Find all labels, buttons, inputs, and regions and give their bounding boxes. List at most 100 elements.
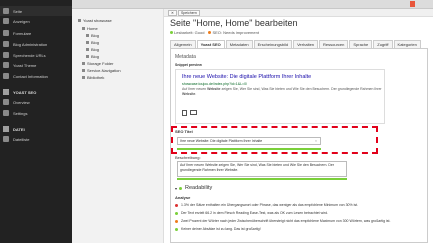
tab-verhalten[interactable]: Verhalten bbox=[293, 40, 319, 48]
readability-status: Lesbarkeit: Good bbox=[170, 30, 204, 35]
sidebar-section-yoast[interactable]: YOAST SEO bbox=[0, 87, 72, 97]
snippet-label: Snippet preview bbox=[175, 63, 202, 67]
tab-yoast-seo[interactable]: Yoast SEO bbox=[196, 40, 225, 48]
sidebar-item-contact-info[interactable]: Contact Information bbox=[0, 71, 72, 81]
file-icon bbox=[3, 126, 9, 132]
caret-down-icon: ▾ bbox=[175, 185, 178, 191]
save-button[interactable]: Speichern bbox=[178, 10, 200, 16]
tree-node[interactable]: Blog bbox=[86, 32, 99, 38]
page-title: Seite "Home, Home" bearbeiten bbox=[170, 18, 298, 28]
sidebar-item-label: Settings bbox=[13, 110, 28, 116]
url-icon bbox=[3, 52, 9, 58]
page-icon bbox=[86, 33, 89, 37]
sidebar-item-label: Formulare bbox=[13, 30, 32, 36]
readability-header[interactable]: ▾ Readability bbox=[175, 185, 212, 191]
tree-node[interactable]: Blog bbox=[86, 53, 99, 59]
doc-toolbar: ✕ Speichern bbox=[164, 9, 433, 17]
snippet-title: Ihre neue Website: Die digitale Plattfor… bbox=[182, 74, 312, 80]
seo-status: SEO: Needs improvement bbox=[208, 30, 259, 35]
tab-zugriff[interactable]: Zugriff bbox=[373, 40, 393, 48]
page-icon bbox=[86, 40, 89, 44]
seo-title-input[interactable]: Ihre neue Website: Die digitale Plattfor… bbox=[177, 137, 321, 145]
tab-ressourcen[interactable]: Ressourcen bbox=[319, 40, 349, 48]
tree-root[interactable]: Yoast showcase bbox=[78, 17, 112, 23]
seo-title-label: SEO Titel bbox=[175, 129, 193, 134]
sidebar-item-label: Blog Administration bbox=[13, 41, 48, 47]
sidebar-item-label: Yoast Theme bbox=[13, 62, 37, 68]
overview-icon bbox=[3, 99, 9, 105]
sidebar-item-settings[interactable]: Settings bbox=[0, 108, 72, 118]
module-sidebar: Seite Anzeigen Formulare Blog Administra… bbox=[0, 0, 72, 243]
clear-icon[interactable]: × bbox=[315, 138, 317, 144]
analysis-results: 1.3% der Sätze enthalten ein Übergangswo… bbox=[175, 201, 425, 233]
filelist-icon bbox=[3, 136, 9, 142]
snippet-url: showcase.toujou.de/index.php?id=1&L=0/ bbox=[182, 82, 247, 86]
tree-node[interactable]: Blog bbox=[86, 39, 99, 45]
close-doc-button[interactable]: ✕ bbox=[168, 10, 177, 16]
list-item: 1.3% der Sätze enthalten ein Übergangswo… bbox=[175, 201, 425, 209]
sidebar-item-dateiliste[interactable]: Dateiliste bbox=[0, 134, 72, 144]
list-item: Der Text erzielt 66.2 in dem Flesch Read… bbox=[175, 209, 425, 217]
tab-metadaten[interactable]: Metadaten bbox=[225, 40, 253, 48]
description-progress bbox=[177, 178, 347, 180]
list-item: Keiner deiner Absätze ist zu lang. Das i… bbox=[175, 225, 425, 233]
tab-kategorien[interactable]: Kategorien bbox=[393, 40, 421, 48]
close-icon[interactable] bbox=[410, 1, 415, 7]
sidebar-item-label: Seite bbox=[13, 8, 23, 14]
gear-icon bbox=[3, 110, 9, 116]
sidebar-section-datei[interactable]: DATEI bbox=[0, 124, 72, 134]
sidebar-item-yoast-theme[interactable]: Yoast Theme bbox=[0, 60, 72, 70]
page-tree: Yoast showcase Home Blog Blog Blog Blog … bbox=[72, 9, 164, 243]
description-label: Beschreibung: bbox=[175, 155, 201, 160]
theme-icon bbox=[3, 62, 9, 68]
sidebar-item-overview[interactable]: Overview bbox=[0, 97, 72, 107]
tree-node[interactable]: Blog bbox=[86, 46, 99, 52]
sidebar-item-label: Sprechende URLs bbox=[13, 52, 46, 58]
desktop-icon[interactable] bbox=[190, 110, 197, 115]
folder-icon bbox=[82, 61, 85, 65]
yoast-icon bbox=[3, 89, 9, 95]
tab-sprache[interactable]: Sprache bbox=[349, 40, 373, 48]
description-textarea[interactable]: Auf Ihrer neuen Website zeigen Sie, Wer … bbox=[177, 161, 347, 177]
contact-icon bbox=[3, 73, 9, 79]
tree-node-service-nav[interactable]: Service-Navigation bbox=[82, 67, 121, 73]
good-dot-icon bbox=[170, 31, 173, 34]
tab-erscheinungsbild[interactable]: Erscheinungsbild bbox=[253, 40, 293, 48]
sidebar-item-label: Overview bbox=[13, 99, 30, 105]
analysis-label: Analyse bbox=[175, 195, 191, 200]
snippet-preview[interactable]: Ihre neue Website: Die digitale Plattfor… bbox=[175, 69, 385, 124]
sidebar-item-sprechende-urls[interactable]: Sprechende URLs bbox=[0, 50, 72, 60]
list-item: Zwei Prozent der Wörter nach jeder Zwisc… bbox=[175, 217, 425, 225]
sidebar-item-label: Dateiliste bbox=[13, 136, 30, 142]
panel-heading: Metadata bbox=[175, 54, 196, 60]
page-icon bbox=[86, 54, 89, 58]
sidebar-item-anzeigen[interactable]: Anzeigen bbox=[0, 16, 72, 26]
page-icon bbox=[82, 26, 85, 30]
folder-icon bbox=[82, 75, 85, 79]
sidebar-item-formulare[interactable]: Formulare bbox=[0, 28, 72, 38]
yoast-panel: Metadata Snippet preview Ihre neue Websi… bbox=[170, 48, 428, 243]
device-toggle bbox=[182, 110, 197, 116]
warning-dot-icon bbox=[175, 219, 178, 223]
status-line: Lesbarkeit: Good SEO: Needs improvement bbox=[170, 30, 259, 35]
folder-icon bbox=[82, 68, 85, 72]
page-icon bbox=[3, 8, 9, 14]
tree-node-storage[interactable]: Storage Folder bbox=[82, 60, 113, 66]
tree-node-bibliothek[interactable]: Bibliothek bbox=[82, 74, 104, 80]
mobile-icon[interactable] bbox=[182, 110, 187, 116]
bad-dot-icon bbox=[175, 203, 178, 207]
page-icon bbox=[86, 47, 89, 51]
main-content: ✕ Speichern Seite "Home, Home" bearbeite… bbox=[164, 9, 433, 243]
seo-title-progress bbox=[177, 148, 321, 150]
snippet-description: Auf Ihrer neuen Website zeigen Sie, Wer … bbox=[182, 87, 382, 96]
tab-allgemein[interactable]: Allgemein bbox=[170, 40, 196, 48]
good-dot-icon bbox=[175, 211, 178, 215]
sidebar-item-label: Anzeigen bbox=[13, 18, 30, 24]
view-icon bbox=[3, 18, 9, 24]
tree-node-home[interactable]: Home bbox=[82, 25, 98, 31]
sidebar-item-blog-admin[interactable]: Blog Administration bbox=[0, 39, 72, 49]
good-dot-icon bbox=[179, 186, 183, 190]
good-dot-icon bbox=[175, 227, 178, 231]
app-window: Seite Anzeigen Formulare Blog Administra… bbox=[0, 0, 433, 243]
sidebar-item-seite[interactable]: Seite bbox=[0, 6, 72, 16]
